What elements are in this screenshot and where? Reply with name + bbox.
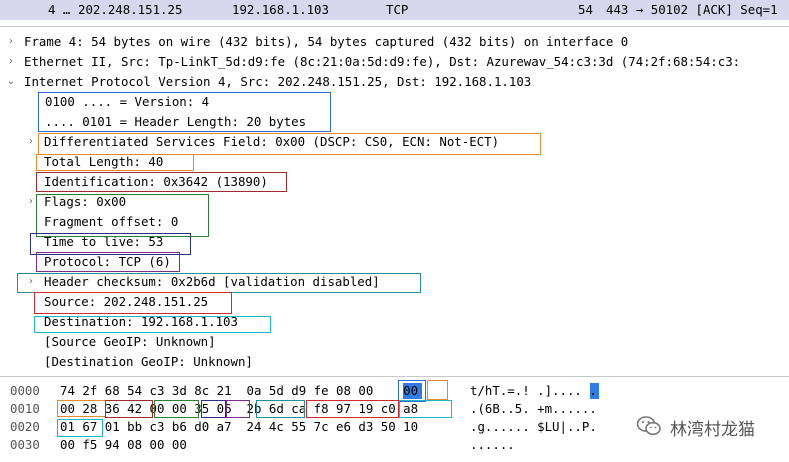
packet-number: 4 … xyxy=(48,2,71,17)
packet-info: 443 → 50102 [ACK] Seq=1 xyxy=(606,2,778,17)
hex-box-destination-a xyxy=(399,400,452,418)
annotation-box-version xyxy=(38,92,331,132)
hex-box-protocol xyxy=(226,400,250,418)
tree-item-ethernet[interactable]: Ethernet II, Src: Tp-LinkT_5d:d9:fe (8c:… xyxy=(24,52,740,72)
watermark: 林湾村龙猫 xyxy=(636,413,755,441)
expand-arrow-icon[interactable]: › xyxy=(5,32,17,52)
hex-box-identification xyxy=(105,400,153,418)
ascii-row[interactable]: .(6B..5. +m...... xyxy=(470,400,597,418)
field-source-geoip[interactable]: [Source GeoIP: Unknown] xyxy=(44,332,216,352)
tree-item-frame[interactable]: Frame 4: 54 bytes on wire (432 bits), 54… xyxy=(24,32,628,52)
packet-protocol: TCP xyxy=(386,2,409,17)
ascii-row[interactable]: .g...... $LU|..P. xyxy=(470,418,597,436)
hex-box-ttl xyxy=(201,400,226,418)
tree-item-ipv4[interactable]: Internet Protocol Version 4, Src: 202.24… xyxy=(24,72,531,92)
watermark-text: 林湾村龙猫 xyxy=(670,419,755,440)
selected-byte: 45 xyxy=(380,383,396,398)
annotation-box-total-length xyxy=(36,154,194,171)
annotation-box-destination xyxy=(34,316,271,333)
byte-offset: 0000 xyxy=(10,383,40,398)
annotation-box-dsfield xyxy=(38,133,541,155)
annotation-box-protocol xyxy=(36,252,180,272)
expand-arrow-icon[interactable]: › xyxy=(5,52,17,72)
packet-destination: 192.168.1.103 xyxy=(232,2,329,17)
field-destination-geoip[interactable]: [Destination GeoIP: Unknown] xyxy=(44,352,253,372)
annotation-box-source xyxy=(34,292,232,314)
packet-list-row[interactable]: 4 … 202.248.151.25 192.168.1.103 TCP 54 … xyxy=(0,0,789,20)
byte-offset: 0030 xyxy=(10,437,40,452)
hex-row[interactable]: 74 2f 68 54 c3 3d 8c 21 0a 5d d9 fe 08 0… xyxy=(60,382,418,400)
pane-divider xyxy=(0,376,789,377)
hex-box-flags xyxy=(154,400,199,418)
packet-length: 54 xyxy=(578,2,593,17)
ascii-row[interactable]: ...... xyxy=(470,436,515,454)
annotation-box-checksum xyxy=(17,273,421,293)
hex-row[interactable]: 00 f5 94 08 00 00 xyxy=(60,436,187,454)
annotation-box-flags xyxy=(36,194,209,237)
hex-box-checksum xyxy=(256,400,305,418)
byte-offset: 0020 xyxy=(10,419,40,434)
pane-divider xyxy=(0,26,789,27)
collapse-arrow-icon[interactable]: ⌄ xyxy=(5,72,17,92)
ascii-row[interactable]: t/hT.=.! .]....E. xyxy=(470,382,597,400)
hex-box-destination-b xyxy=(57,419,103,437)
hex-box-total-length xyxy=(57,400,106,417)
hex-box-source xyxy=(306,400,399,418)
hex-box-version xyxy=(398,380,426,402)
packet-source: 202.248.151.25 xyxy=(78,2,183,17)
wechat-icon xyxy=(636,415,662,440)
expand-arrow-icon[interactable]: › xyxy=(25,132,37,152)
hex-box-dsfield xyxy=(427,380,448,400)
byte-offset: 0010 xyxy=(10,401,40,416)
hex-row[interactable]: 01 67 01 bb c3 b6 d0 a7 24 4c 55 7c e6 d… xyxy=(60,418,418,436)
annotation-box-identification xyxy=(36,172,287,192)
